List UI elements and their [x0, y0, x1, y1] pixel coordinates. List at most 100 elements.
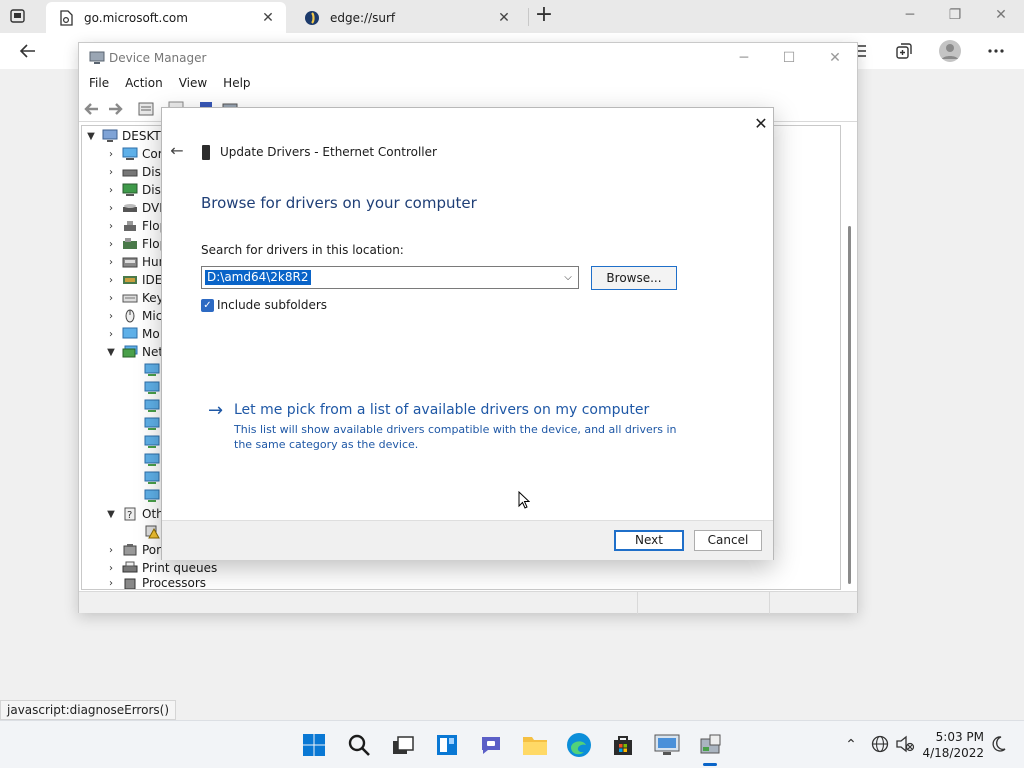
chevron-right-icon[interactable]: › [104, 311, 118, 322]
chevron-right-icon[interactable]: › [104, 578, 118, 589]
store-icon[interactable] [609, 731, 637, 759]
search-icon[interactable] [345, 731, 373, 759]
chevron-right-icon[interactable]: › [104, 293, 118, 304]
tree-node[interactable]: › Flop [104, 217, 167, 235]
restore-icon[interactable]: ❐ [941, 4, 969, 26]
tree-node-network[interactable]: ▼ Net [104, 343, 163, 361]
tree-node-other[interactable]: ▼ ? Oth [104, 505, 164, 523]
tree-label: Mic [142, 309, 163, 323]
volume-muted-icon[interactable] [895, 735, 915, 755]
include-subfolders-label[interactable]: Include subfolders [217, 298, 327, 312]
profile-avatar-icon[interactable] [937, 39, 963, 63]
file-explorer-icon[interactable] [521, 731, 549, 759]
device-manager-taskbar-icon[interactable] [697, 731, 725, 759]
tree-label: Por [142, 543, 162, 557]
network-globe-icon[interactable] [870, 735, 890, 755]
menu-view[interactable]: View [169, 73, 213, 95]
tree-node[interactable]: › Por [104, 541, 161, 559]
chevron-right-icon[interactable]: › [104, 563, 118, 574]
menu-action[interactable]: Action [115, 73, 169, 95]
more-options-icon[interactable] [983, 39, 1009, 63]
expand-chevron-icon[interactable]: ▼ [104, 347, 118, 358]
tree-node[interactable]: › Hun [104, 253, 166, 271]
pick-from-list-link[interactable]: Let me pick from a list of available dri… [234, 402, 649, 418]
tab-go-microsoft[interactable]: go.microsoft.com ✕ [46, 2, 286, 33]
floppy-controller-icon [122, 237, 138, 251]
device-manager-icon [89, 51, 105, 65]
chevron-right-icon[interactable]: › [104, 275, 118, 286]
focus-assist-moon-icon[interactable] [988, 735, 1008, 755]
tree-node[interactable]: › Mo [104, 325, 160, 343]
link-arrow-icon[interactable]: → [208, 401, 223, 421]
cancel-button[interactable]: Cancel [694, 530, 762, 551]
dm-forward-icon[interactable] [106, 100, 124, 118]
edge-browser-icon[interactable] [565, 731, 593, 759]
back-arrow-icon[interactable] [15, 39, 41, 63]
chevron-right-icon[interactable]: › [104, 221, 118, 232]
computer-icon [102, 129, 118, 143]
tree-node[interactable]: › Mic [104, 307, 162, 325]
tree-node[interactable]: › DVD [104, 199, 168, 217]
chevron-right-icon[interactable]: › [104, 167, 118, 178]
tab-actions-icon[interactable] [8, 7, 28, 25]
dialog-back-arrow-icon[interactable]: ← [168, 142, 186, 160]
svg-text:?: ? [127, 510, 132, 521]
tree-node[interactable]: › IDE [104, 271, 162, 289]
chevron-right-icon[interactable]: › [104, 149, 118, 160]
browse-button[interactable]: Browse... [591, 266, 677, 290]
dialog-heading: Browse for drivers on your computer [201, 194, 477, 212]
tree-node-processors[interactable]: › Processors [104, 577, 206, 589]
menu-file[interactable]: File [79, 73, 115, 95]
chevron-down-icon[interactable]: ⌵ [561, 270, 575, 285]
widgets-icon[interactable] [433, 731, 461, 759]
dm-minimize-icon[interactable]: ─ [729, 47, 759, 69]
tab-close-icon[interactable]: ✕ [496, 10, 512, 26]
chevron-right-icon[interactable]: › [104, 257, 118, 268]
remote-desktop-icon[interactable] [653, 731, 681, 759]
next-button[interactable]: Next [614, 530, 684, 551]
network-adapter-icon [144, 435, 160, 449]
hid-icon [122, 255, 138, 269]
tab-edge-surf[interactable]: edge://surf ✕ [292, 2, 522, 33]
tree-node[interactable]: › Flop [104, 235, 167, 253]
browser-tabstrip: go.microsoft.com ✕ edge://surf ✕ + ─ ❐ ✕ [0, 0, 1024, 33]
menu-help[interactable]: Help [213, 73, 256, 95]
tree-node[interactable]: › Cor [104, 145, 163, 163]
expand-chevron-icon[interactable]: ▼ [84, 131, 98, 142]
close-icon[interactable]: ✕ [987, 4, 1015, 26]
tree-node[interactable]: › Key [104, 289, 164, 307]
driver-path-combobox[interactable]: D:\amd64\2k8R2 ⌵ [201, 266, 579, 289]
dm-scrollbar[interactable] [848, 226, 851, 584]
collections-icon[interactable] [891, 39, 917, 63]
task-view-icon[interactable] [389, 731, 417, 759]
include-subfolders-checkbox[interactable]: ✓ [201, 299, 214, 312]
taskbar-clock[interactable]: 5:03 PM 4/18/2022 [922, 729, 984, 761]
tree-node[interactable]: › Disk [104, 163, 168, 181]
dm-back-icon[interactable] [83, 100, 101, 118]
dm-menubar: File Action View Help [79, 73, 857, 95]
dialog-close-icon[interactable]: ✕ [750, 113, 772, 135]
tree-node-computer[interactable]: ▼ DESKTO [84, 127, 170, 145]
start-windows-icon[interactable] [300, 731, 328, 759]
chevron-right-icon[interactable]: › [104, 545, 118, 556]
show-hidden-icons-chevron-up-icon[interactable]: ⌃ [841, 735, 861, 755]
chevron-right-icon[interactable]: › [104, 239, 118, 250]
minimize-icon[interactable]: ─ [896, 4, 924, 26]
chevron-right-icon[interactable]: › [104, 203, 118, 214]
chevron-right-icon[interactable]: › [104, 185, 118, 196]
dm-maximize-icon[interactable]: ☐ [774, 47, 804, 69]
new-tab-icon[interactable]: + [534, 4, 554, 26]
dm-titlebar[interactable]: Device Manager ─ ☐ ✕ [79, 43, 857, 73]
tab-close-icon[interactable]: ✕ [260, 10, 276, 26]
dm-statusbar [79, 591, 857, 614]
network-adapter-icon [144, 417, 160, 431]
tree-node[interactable]: › Disp [104, 181, 168, 199]
tree-node-print-queues[interactable]: › Print queues [104, 559, 217, 577]
chevron-right-icon[interactable]: › [104, 329, 118, 340]
driver-path-value[interactable]: D:\amd64\2k8R2 [205, 270, 311, 285]
expand-chevron-icon[interactable]: ▼ [104, 509, 118, 520]
dm-properties-icon[interactable] [137, 100, 155, 118]
mouse-cursor-icon [518, 490, 531, 509]
dm-close-icon[interactable]: ✕ [820, 47, 850, 69]
chat-icon[interactable] [477, 731, 505, 759]
